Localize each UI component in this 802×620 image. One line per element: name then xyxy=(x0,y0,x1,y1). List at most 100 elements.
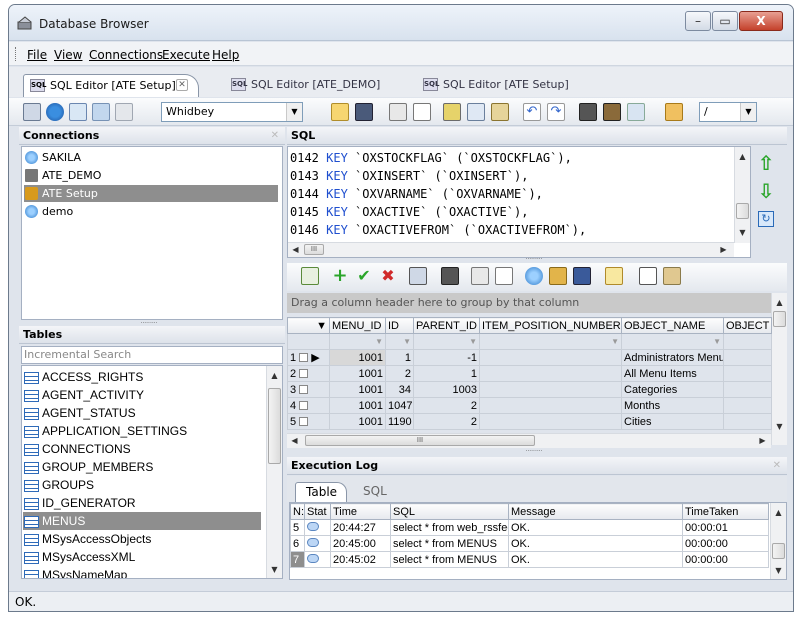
column-header[interactable]: Message xyxy=(508,503,683,520)
menu-view[interactable]: View xyxy=(54,48,82,62)
cell-id[interactable]: 34 xyxy=(385,381,414,398)
filter-cell[interactable]: ▼ xyxy=(621,333,724,350)
row-checkbox[interactable] xyxy=(299,368,309,378)
delete-row-icon[interactable]: ✖ xyxy=(379,267,397,285)
grid-image-icon[interactable] xyxy=(573,267,591,285)
menu-connections[interactable]: Connections xyxy=(89,48,163,62)
connection-item[interactable]: demo xyxy=(24,203,278,220)
scroll-right-icon[interactable]: ▶ xyxy=(716,243,731,257)
refresh-icon[interactable]: ↻ xyxy=(758,211,774,227)
row-checkbox[interactable] xyxy=(299,384,309,394)
group-panel[interactable]: Drag a column header here to group by th… xyxy=(287,293,771,313)
print-preview-icon[interactable] xyxy=(413,103,431,121)
cell-id[interactable]: 1 xyxy=(385,349,414,366)
column-header[interactable]: MENU_ID xyxy=(329,317,386,334)
copy-rows-icon[interactable] xyxy=(409,267,427,285)
delimiter-select[interactable]: / ▼ xyxy=(699,102,757,122)
column-header[interactable]: Time xyxy=(330,503,391,520)
close-button[interactable]: X xyxy=(739,11,783,31)
scroll-left-icon[interactable]: ◀ xyxy=(288,243,303,257)
scroll-thumb[interactable]: III xyxy=(305,435,535,446)
query-builder-icon[interactable] xyxy=(69,103,87,121)
open-folder-icon[interactable] xyxy=(331,103,349,121)
cell-position[interactable] xyxy=(479,397,622,414)
grid-find-icon[interactable] xyxy=(441,267,459,285)
paste-icon[interactable] xyxy=(491,103,509,121)
filter-cell[interactable]: ▼ xyxy=(413,333,480,350)
column-header[interactable]: OBJECT xyxy=(723,317,772,334)
sql-hscroll[interactable]: ◀ III ▶ xyxy=(288,242,734,257)
cell-object[interactable] xyxy=(723,413,772,430)
grid-vscroll[interactable]: ▲ ▼ xyxy=(771,293,787,445)
close-pane-icon[interactable]: ✕ xyxy=(271,127,279,144)
table-item[interactable]: ACCESS_RIGHTS xyxy=(23,368,261,386)
replace-icon[interactable] xyxy=(603,103,621,121)
filter-cell[interactable]: ▼ xyxy=(479,333,622,350)
find-icon[interactable] xyxy=(579,103,597,121)
sql-editor[interactable]: 0142 KEY `OXSTOCKFLAG` (`OXSTOCKFLAG`), … xyxy=(287,146,751,258)
cell-menu-id[interactable]: 1001 xyxy=(329,413,386,430)
scroll-thumb[interactable]: III xyxy=(304,244,324,255)
goto-icon[interactable] xyxy=(627,103,645,121)
table-row[interactable]: 7 20:45:02 select * from MENUS OK. 00:00… xyxy=(290,551,769,568)
scroll-right-icon[interactable]: ▶ xyxy=(755,434,770,448)
filter-cell[interactable]: ▼ xyxy=(385,333,414,350)
cell-parent-id[interactable]: 1 xyxy=(413,365,480,382)
cell-position[interactable] xyxy=(479,349,622,366)
table-item[interactable]: MSysAccessObjects xyxy=(23,530,261,548)
grid-chart-icon[interactable] xyxy=(549,267,567,285)
scroll-thumb[interactable] xyxy=(772,543,785,559)
close-tab-icon[interactable]: ✕ xyxy=(176,79,188,91)
table-row[interactable]: 5 20:44:27 select * from web_rssfee OK. … xyxy=(290,519,769,536)
cell-object-name[interactable]: Months xyxy=(621,397,724,414)
pane-splitter[interactable]: ········· xyxy=(509,449,559,455)
cell-object-name[interactable]: Cities xyxy=(621,413,724,430)
cell-menu-id[interactable]: 1001 xyxy=(329,365,386,382)
connection-item[interactable]: SAKILA xyxy=(24,149,278,166)
scroll-left-icon[interactable]: ◀ xyxy=(287,434,302,448)
scroll-thumb[interactable] xyxy=(268,388,281,464)
column-header[interactable]: ITEM_POSITION_NUMBER xyxy=(479,317,622,334)
table-item[interactable]: AGENT_STATUS xyxy=(23,404,261,422)
cell-id[interactable]: 1047 xyxy=(385,397,414,414)
column-header[interactable]: N: xyxy=(290,503,305,520)
undo-icon[interactable]: ↶ xyxy=(523,103,541,121)
tab-sql-editor-ate-setup[interactable]: SQL SQL Editor [ATE Setup] ✕ xyxy=(23,74,199,97)
tab-sql-editor-ate-setup-2[interactable]: SQL SQL Editor [ATE Setup] xyxy=(417,74,587,97)
cell-position[interactable] xyxy=(479,413,622,430)
cell-parent-id[interactable]: 2 xyxy=(413,397,480,414)
arrow-down-icon[interactable]: ⇩ xyxy=(755,181,777,203)
table-item[interactable]: GROUPS xyxy=(23,476,261,494)
menu-file[interactable]: File xyxy=(27,48,47,62)
table-row[interactable]: 5 1001 1190 2 Cities xyxy=(287,413,772,430)
scroll-thumb[interactable] xyxy=(773,311,786,327)
format-icon[interactable] xyxy=(665,103,683,121)
cell-id[interactable]: 2 xyxy=(385,365,414,382)
filter-cell[interactable] xyxy=(723,333,772,350)
cell-object-name[interactable]: All Menu Items xyxy=(621,365,724,382)
tab-sql[interactable]: SQL xyxy=(363,482,403,502)
grid-hscroll[interactable]: ◀ III ▶ xyxy=(287,433,771,448)
table-item[interactable]: MSysNameMap xyxy=(23,566,261,578)
table-row[interactable]: 4 1001 1047 2 Months xyxy=(287,397,772,414)
table-row[interactable]: 3 1001 34 1003 Categories xyxy=(287,381,772,398)
table-row[interactable]: 1 ▶ 1001 1 -1 Administrators Menu xyxy=(287,349,772,366)
cell-object-name[interactable]: Administrators Menu xyxy=(621,349,724,366)
table-item[interactable]: MSysAccessXML xyxy=(23,548,261,566)
minimize-button[interactable]: – xyxy=(685,11,711,31)
tables-scrollbar[interactable]: ▲ ▼ xyxy=(266,366,282,578)
connection-item[interactable]: ATE Setup xyxy=(24,185,278,202)
scroll-down-icon[interactable]: ▼ xyxy=(771,563,786,578)
table-item[interactable]: MENUS xyxy=(23,512,261,530)
grid-export-icon[interactable] xyxy=(301,267,319,285)
scroll-up-icon[interactable]: ▲ xyxy=(771,505,786,520)
commit-icon[interactable]: ✔ xyxy=(355,267,373,285)
cell-object[interactable] xyxy=(723,397,772,414)
cell-position[interactable] xyxy=(479,365,622,382)
grid-print-icon[interactable] xyxy=(471,267,489,285)
column-header[interactable]: ID xyxy=(385,317,414,334)
column-view-icon[interactable] xyxy=(639,267,657,285)
table-row[interactable]: 2 1001 2 1 All Menu Items xyxy=(287,365,772,382)
title-bar[interactable]: Database Browser – ▭ X xyxy=(9,5,793,41)
filter-cell[interactable]: ▼ xyxy=(329,333,386,350)
